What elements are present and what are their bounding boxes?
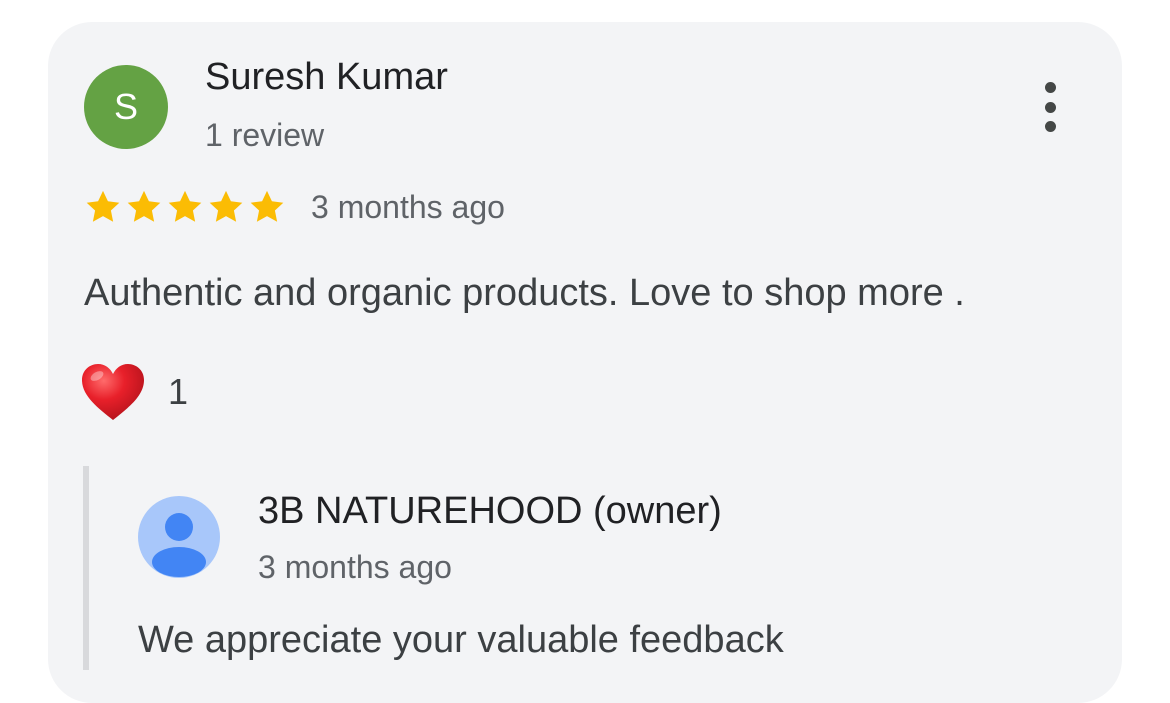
owner-name[interactable]: 3B NATUREHOOD (owner)	[258, 490, 722, 533]
more-vert-dot	[1044, 121, 1056, 132]
more-vert-dot	[1044, 101, 1056, 113]
reaction-button[interactable]: 1	[80, 362, 188, 422]
star-icon	[209, 190, 243, 222]
star-icon	[86, 190, 120, 222]
star-icon	[168, 190, 202, 222]
reaction-count: 1	[168, 371, 189, 412]
review-text: Authentic and organic products. Love to …	[84, 272, 965, 314]
owner-reply-text: We appreciate your valuable feedback	[138, 619, 784, 661]
more-vert-icon	[1044, 82, 1056, 93]
person-icon	[152, 513, 206, 577]
review-card: S Suresh Kumar 1 review 3 months ago Aut…	[48, 22, 1122, 703]
owner-avatar[interactable]	[138, 496, 220, 578]
owner-reply-time: 3 months ago	[258, 549, 452, 585]
avatar-initial: S	[113, 86, 138, 127]
reply-divider	[83, 466, 89, 670]
review-time: 3 months ago	[311, 189, 505, 225]
star-icon	[127, 190, 161, 222]
star-rating	[84, 188, 286, 226]
review-count: 1 review	[205, 117, 325, 153]
reviewer-avatar[interactable]: S	[84, 65, 168, 149]
reviewer-name[interactable]: Suresh Kumar	[205, 56, 448, 99]
star-icon	[250, 190, 284, 222]
more-options-button[interactable]	[1032, 80, 1068, 134]
heart-icon	[82, 364, 144, 420]
